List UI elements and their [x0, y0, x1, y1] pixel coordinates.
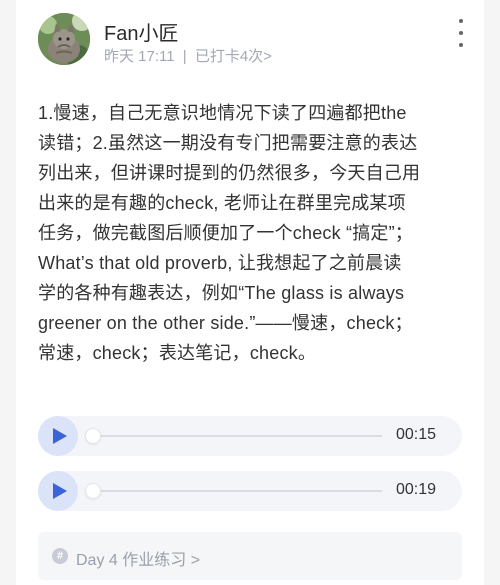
task-label: Day 4 作业练习 >	[76, 552, 201, 569]
post-time: 昨天 17:11	[104, 48, 175, 65]
hash-icon: #	[52, 548, 68, 564]
audio-progress-track[interactable]	[92, 435, 382, 437]
post-card: Fan小匠 昨天 17:11 | 已打卡4次> 1.慢速，自己无意识地情况下读了…	[16, 0, 484, 585]
avatar[interactable]	[38, 13, 90, 65]
audio-player: 00:19	[38, 471, 462, 511]
cat-avatar-image	[38, 13, 90, 65]
post-header: Fan小匠 昨天 17:11 | 已打卡4次>	[38, 13, 468, 69]
post-meta: 昨天 17:11 | 已打卡4次>	[104, 45, 276, 66]
audio-duration: 00:15	[396, 426, 437, 443]
play-icon	[52, 428, 67, 444]
play-icon	[52, 483, 67, 499]
audio-duration: 00:19	[396, 481, 437, 498]
task-link[interactable]: # Day 4 作业练习 >	[38, 532, 462, 580]
more-options-icon[interactable]	[454, 19, 468, 47]
audio-player: 00:15	[38, 416, 462, 456]
audio-progress-track[interactable]	[92, 490, 382, 492]
audio-progress-handle[interactable]	[86, 429, 100, 443]
post-content: 1.慢速，自己无意识地情况下读了四遍都把the 读错；2.虽然这一期没有专门把需…	[38, 103, 421, 363]
username[interactable]: Fan小匠	[104, 17, 178, 46]
meta-separator: |	[182, 48, 187, 65]
play-button[interactable]	[38, 416, 78, 456]
checkin-count-link[interactable]: 已打卡4次>	[195, 48, 272, 65]
play-button[interactable]	[38, 471, 78, 511]
audio-progress-handle[interactable]	[86, 484, 100, 498]
